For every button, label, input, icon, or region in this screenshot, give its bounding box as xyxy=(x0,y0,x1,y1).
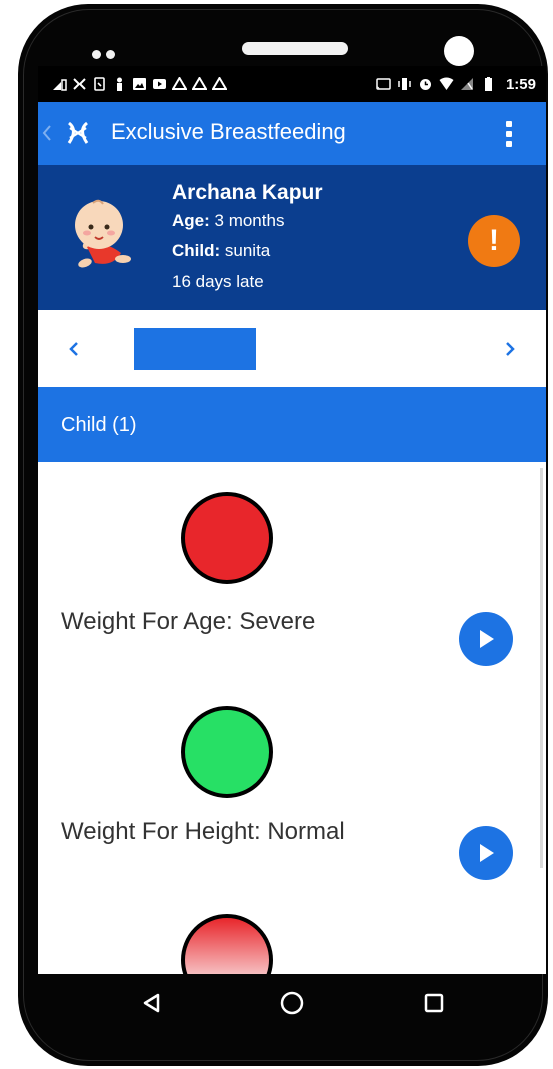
pager xyxy=(38,310,546,387)
scrollbar[interactable] xyxy=(540,468,543,868)
growth-indicators-list[interactable]: Weight For Age: Severe Weight For Height… xyxy=(38,462,546,974)
prev-page-button[interactable] xyxy=(64,338,84,360)
back-button[interactable] xyxy=(137,988,167,1018)
metric-value: Severe xyxy=(239,608,316,635)
drive-icon xyxy=(212,77,227,91)
vibrate-icon xyxy=(397,77,412,91)
back-chevron-icon[interactable] xyxy=(42,124,52,142)
play-button[interactable] xyxy=(459,826,513,880)
system-nav-bar xyxy=(38,974,546,1038)
section-title: Child (1) xyxy=(61,414,137,436)
earpiece-speaker xyxy=(242,42,348,55)
beneficiary-profile[interactable]: Archana Kapur Age: 3 months Child: sunit… xyxy=(38,165,546,310)
alert-badge[interactable]: ! xyxy=(468,215,520,267)
visit-status: 16 days late xyxy=(172,272,264,291)
app-logo-icon xyxy=(72,77,87,91)
screenshot-icon xyxy=(92,77,107,91)
child-row: Child: sunita xyxy=(172,241,270,261)
system-icons: 1:59 xyxy=(376,76,536,93)
status-indicator-green xyxy=(181,706,273,798)
signal-nfc-icon xyxy=(52,77,67,91)
metric-key: Weight For Age: xyxy=(61,608,233,635)
recents-square-icon xyxy=(424,993,444,1013)
clock: 1:59 xyxy=(505,75,536,93)
drive-icon xyxy=(172,77,187,91)
person-icon xyxy=(112,77,127,91)
chevron-left-icon xyxy=(69,342,78,356)
no-sim-icon xyxy=(460,77,475,91)
wifi-icon xyxy=(439,77,454,91)
sensor-dot xyxy=(106,50,115,59)
age-label: Age: xyxy=(172,211,210,230)
page-indicator xyxy=(134,328,256,370)
status-bar: 1:59 xyxy=(38,66,546,102)
status-indicator-red xyxy=(181,492,273,584)
metric-label: Weight For Height: Normal xyxy=(61,818,345,846)
baby-avatar-icon xyxy=(75,199,131,268)
chevron-right-icon xyxy=(506,342,515,356)
app-logo-icon xyxy=(67,121,89,144)
sensor-dot xyxy=(92,50,101,59)
beneficiary-name: Archana Kapur xyxy=(172,181,323,204)
notification-icons xyxy=(52,77,227,91)
drive-icon xyxy=(192,77,207,91)
app-bar: Exclusive Breastfeeding xyxy=(38,102,546,165)
cast-icon xyxy=(376,77,391,91)
age-value: 3 months xyxy=(214,211,285,230)
home-button[interactable] xyxy=(277,988,307,1018)
back-triangle-icon xyxy=(143,993,160,1013)
age-row: Age: 3 months xyxy=(172,211,284,231)
metric-key: Weight For Height: xyxy=(61,818,261,845)
metric-value: Normal xyxy=(267,818,345,845)
overflow-menu-icon[interactable] xyxy=(494,117,524,151)
child-label: Child: xyxy=(172,241,221,260)
screen: 1:59 Exclusive Breastfeeding Archana Kap… xyxy=(38,66,546,974)
status-indicator-red xyxy=(181,914,273,974)
alarm-icon xyxy=(418,77,433,91)
youtube-icon xyxy=(152,77,167,91)
home-circle-icon xyxy=(280,991,304,1015)
play-icon xyxy=(480,630,494,648)
play-icon xyxy=(480,844,494,862)
gallery-icon xyxy=(132,77,147,91)
play-button[interactable] xyxy=(459,612,513,666)
section-header[interactable]: Child (1) xyxy=(38,387,546,462)
battery-icon xyxy=(481,77,496,91)
metric-label: Weight For Age: Severe xyxy=(61,608,315,636)
child-value: sunita xyxy=(224,241,271,260)
app-title: Exclusive Breastfeeding xyxy=(111,119,346,144)
next-page-button[interactable] xyxy=(500,338,520,360)
front-camera xyxy=(444,36,474,66)
recents-button[interactable] xyxy=(419,988,449,1018)
